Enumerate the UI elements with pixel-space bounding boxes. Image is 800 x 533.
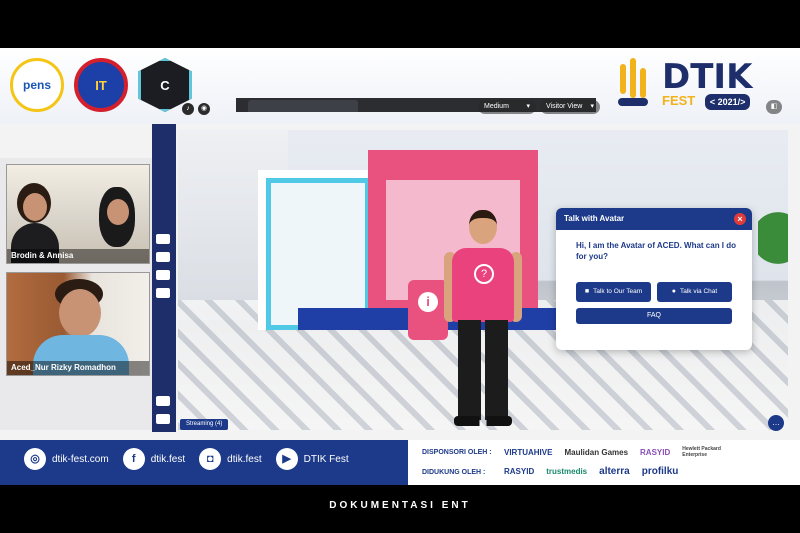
participant-name: Brodin & Annisa [7,249,149,263]
talk-with-avatar-dialog: Talk with Avatar × Hi, I am the Avatar o… [556,208,752,350]
rail-button[interactable] [156,270,170,280]
supporter-logo: profilku [641,466,679,477]
website-label: dtik-fest.com [52,453,109,465]
plant-decoration [758,210,788,280]
avatar-shoes [454,416,512,426]
supported-by-label: DIDUKUNG OLEH : [422,469,486,476]
question-icon: ? [474,264,494,284]
info-icon: i [418,292,438,312]
close-icon[interactable]: × [734,213,746,225]
instagram-label: dtik.fest [227,453,262,465]
rail-button[interactable] [156,234,170,244]
address-bar[interactable] [214,103,334,113]
pens-logo: pens [10,58,64,112]
sponsor-logo: Hewlett Packard Enterprise [682,446,721,458]
participant-face [23,193,47,221]
eye-icon[interactable]: ◉ [198,103,210,115]
sponsor-logos: VIRTUAHIVE Maulidan Games RASYID Hewlett… [504,446,732,458]
view-mode-value: Visitor View [546,103,583,110]
video-icon: ■ [584,288,590,295]
participant-name: Aced_Nur Rizky Romadhon [7,361,149,375]
globe-icon: ◎ [24,448,46,470]
instagram-link[interactable]: ◘ dtik.fest [199,448,262,470]
booth-arch [258,170,378,330]
youtube-label: DTIK Fest [303,453,349,465]
sponsored-by-label: DISPONSORI OLEH : [422,449,492,456]
faq-button[interactable]: FAQ [576,308,732,324]
quality-value: Medium [484,103,509,110]
photo-caption: DOKUMENTASI ENT [329,500,471,511]
website-link[interactable]: ◎ dtik-fest.com [24,448,109,470]
talk-to-team-label: Talk to Our Team [593,288,643,295]
rail-button[interactable] [156,414,170,424]
participant-video-panel: Brodin & Annisa Aced_Nur Rizky Romadhon [0,158,152,430]
youtube-link[interactable]: ▶ DTIK Fest [275,448,349,470]
sponsor-logo: VIRTUAHIVE [504,447,553,457]
event-footer: ◎ dtik-fest.com f dtik.fest ◘ dtik.fest … [0,440,800,485]
view-mode-select[interactable]: Visitor View ▾ [540,100,600,114]
facebook-icon: f [122,448,145,470]
chat-icon: ● [671,288,676,295]
supporter-logos: RASYID trustmedis alterra profilku [504,466,678,477]
rail-button[interactable] [156,252,170,262]
supporter-logo: alterra [599,466,630,477]
sponsor-logo: Maulidan Games [564,447,629,457]
rail-button[interactable] [156,396,170,406]
chevron-down-icon: ▾ [526,103,530,110]
rail-button[interactable] [156,288,170,298]
avatar-head [469,210,497,244]
participant-video-1[interactable]: Brodin & Annisa [6,164,150,264]
facebook-link[interactable]: f dtik.fest [122,448,186,470]
chat-bubble-icon[interactable]: … [768,415,784,431]
dtik-year-badge: < 2021/> [704,94,751,110]
avatar-greeting: Hi, I am the Avatar of ACED. What can I … [576,241,737,261]
side-toolbar [152,124,176,432]
streaming-badge[interactable]: Streaming (4) [180,419,229,430]
participant-face [107,199,129,225]
chevron-down-icon: ▾ [590,103,594,110]
booth-avatar[interactable]: ? [444,210,524,428]
avatar-pants [458,320,508,420]
circuit-icon [616,58,654,112]
quality-select[interactable]: Medium ▾ [478,100,536,114]
dialog-header: Talk with Avatar × [556,208,752,230]
avatar-shirt: ? [452,248,514,322]
talk-via-chat-button[interactable]: ● Talk via Chat [657,282,732,302]
dtik-fest-label: FEST [662,93,696,108]
talk-to-team-button[interactable]: ■ Talk to Our Team [576,282,651,302]
social-links: ◎ dtik-fest.com f dtik.fest ◘ dtik.fest … [24,448,349,470]
dtik-subtitle: FEST < 2021/> [662,94,752,110]
sponsor-panel: DISPONSORI OLEH : VIRTUAHIVE Maulidan Ga… [408,440,800,485]
talk-via-chat-label: Talk via Chat [680,288,718,295]
participant-video-2[interactable]: Aced_Nur Rizky Romadhon [6,272,150,376]
dialog-actions: ■ Talk to Our Team ● Talk via Chat [556,282,752,302]
it-logo: IT [74,58,128,112]
dtik-title: DTIK [662,57,753,97]
screenshot-frame: pens IT C DTIK FEST < 2021/> Brodin & An… [0,48,800,485]
participant-face [59,289,101,337]
sound-icon[interactable]: ♪ [182,103,194,115]
supporter-logo: trustmedis [546,467,588,476]
youtube-icon: ▶ [275,448,298,470]
event-header: pens IT C DTIK FEST < 2021/> [0,48,800,124]
facebook-label: dtik.fest [150,453,186,465]
dtik-wordmark: DTIK FEST < 2021/> [662,60,752,110]
info-kiosk[interactable]: i [408,280,448,340]
supporter-logo: RASYID [504,467,535,476]
instagram-icon: ◘ [199,448,222,470]
menu-icon[interactable]: ◧ [766,100,782,114]
sponsor-logo: RASYID [640,447,671,457]
dialog-title: Talk with Avatar [564,214,625,223]
